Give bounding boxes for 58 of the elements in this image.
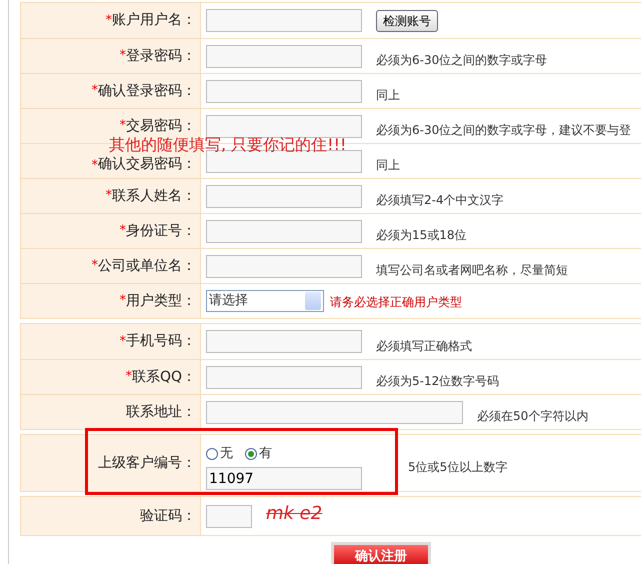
input-field[interactable]: [206, 330, 362, 353]
captcha-code: mk e2: [266, 502, 322, 526]
input-field[interactable]: [206, 254, 362, 278]
hint-text: 必须为6-30位之间的数字或字母: [376, 52, 548, 69]
required-asterisk: *: [120, 47, 126, 66]
input-field[interactable]: 11097: [206, 467, 362, 490]
check-button[interactable]: 检测账号: [376, 10, 438, 32]
hint-text: 同上: [376, 157, 400, 174]
field-label: 公司或单位名：: [98, 256, 196, 276]
field-label: 手机号码：: [126, 332, 196, 351]
hint-text: 填写公司名或者网吧名称，尽量简短: [376, 262, 568, 279]
required-asterisk: *: [92, 156, 98, 174]
hint-text: 请务必选择正确用户类型: [330, 294, 462, 311]
hint-text: 5位或5位以上数字: [408, 459, 508, 476]
select-dropdown[interactable]: 请选择: [206, 290, 324, 312]
field-label: 验证码：: [140, 506, 196, 526]
field-label: 用户类型：: [126, 292, 196, 310]
required-asterisk: *: [106, 187, 112, 206]
field-label: 登录密码：: [126, 46, 196, 66]
required-asterisk: *: [92, 82, 98, 100]
field-label: 联系QQ：: [132, 368, 196, 386]
input-field[interactable]: [206, 9, 362, 32]
field-label: 交易密码：: [126, 116, 196, 136]
input-field[interactable]: [206, 504, 252, 528]
radio-label: 无: [220, 444, 233, 463]
field-label: 联系地址：: [126, 402, 196, 422]
hint-text: 必须为6-30位之间的数字或字母，建议不要与登: [376, 122, 632, 139]
radio-button[interactable]: [206, 448, 218, 460]
radio-label: 有: [259, 444, 272, 463]
input-field[interactable]: [206, 44, 362, 68]
field-label: 联系人姓名：: [112, 186, 196, 206]
hint-text: 同上: [376, 87, 400, 104]
required-asterisk: *: [120, 292, 126, 310]
hint-text: 必须为15或18位: [376, 227, 467, 244]
hint-text: 必须填写正确格式: [376, 338, 472, 354]
hint-text: 必须在50个字符以内: [477, 408, 588, 425]
input-field[interactable]: [206, 400, 463, 424]
input-field[interactable]: [206, 366, 362, 388]
required-asterisk: *: [106, 12, 112, 30]
input-field[interactable]: [206, 114, 362, 138]
hint-text: 必须为5-12位数字号码: [376, 373, 500, 390]
annotation-text: 其他的随便填写, 只要你记的住!!!: [109, 136, 346, 154]
field-label: 上级客户编号：: [98, 454, 196, 472]
field-label: 身份证号：: [126, 222, 196, 240]
submit-button[interactable]: 确认注册: [331, 542, 431, 564]
required-asterisk: *: [92, 257, 98, 276]
required-asterisk: *: [120, 332, 126, 351]
field-label: 账户用户名：: [112, 11, 196, 30]
input-field[interactable]: [206, 80, 362, 102]
field-label: 确认交易密码：: [98, 155, 196, 174]
input-field[interactable]: [206, 184, 362, 208]
required-asterisk: *: [120, 222, 126, 240]
input-field[interactable]: [206, 220, 362, 242]
radio-button[interactable]: [245, 448, 257, 460]
required-asterisk: *: [125, 368, 132, 386]
required-asterisk: *: [120, 117, 126, 136]
hint-text: 必须填写2-4个中文汉字: [376, 192, 504, 209]
field-label: 确认登录密码：: [98, 82, 196, 100]
